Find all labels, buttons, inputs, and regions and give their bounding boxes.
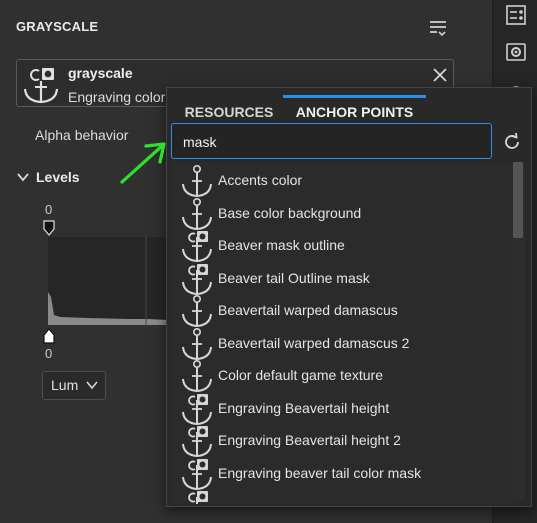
list-item-label: Base color background: [218, 204, 362, 221]
list-item-label: Engraving Beavertail height: [218, 399, 390, 416]
anchor-mask-icon: [182, 426, 212, 458]
search-input[interactable]: [171, 123, 492, 159]
list-item[interactable]: Beaver mask outline: [172, 229, 510, 263]
list-item-label: Engraving Beavertail height 2: [218, 432, 401, 448]
annotation-arrow-icon: [120, 142, 166, 184]
anchor-icon: [182, 327, 212, 360]
anchor-mask-icon: [182, 458, 212, 490]
list-item-label: Color default game texture: [218, 367, 383, 383]
list-item[interactable]: [172, 489, 510, 504]
list-item-label: Engraving beaver tail color mask: [218, 464, 422, 481]
list-item-label: Accents color: [218, 172, 303, 188]
list-item[interactable]: Accents color: [172, 164, 510, 198]
chevron-down-icon: [86, 381, 98, 390]
list-item-label: Beavertail warped damascus: [218, 302, 398, 318]
list-item-label: Beavertail warped damascus 2: [218, 334, 410, 351]
anchor-mask-icon: [23, 68, 59, 104]
resource-subtitle: Engraving color: [68, 89, 166, 105]
list-item[interactable]: Engraving beaver tail color mask: [172, 457, 510, 490]
refresh-icon[interactable]: [501, 131, 523, 153]
list-item[interactable]: Base color background: [172, 197, 510, 230]
resource-name: grayscale: [68, 65, 133, 81]
histogram: [48, 237, 168, 325]
anchor-icon: [182, 164, 212, 198]
chevron-down-icon[interactable]: [16, 170, 30, 184]
tab-anchor-points[interactable]: ANCHOR POINTS: [283, 95, 426, 124]
settings-list-icon[interactable]: [505, 4, 527, 26]
anchor-icon: [182, 359, 212, 393]
alpha-behavior-label: Alpha behavior: [35, 127, 129, 143]
gear-icon[interactable]: [505, 41, 527, 63]
levels-bottom-value: 0: [45, 346, 53, 361]
panel-title: GRAYSCALE: [16, 19, 99, 34]
list-item[interactable]: Beavertail warped damascus: [172, 294, 510, 328]
levels-top-value: 0: [45, 202, 53, 217]
search-input-value: mask: [183, 134, 217, 150]
channel-select-value: Lum: [51, 377, 79, 393]
anchor-icon: [182, 197, 212, 230]
histogram-graph: [48, 237, 168, 325]
list-item[interactable]: Engraving Beavertail height: [172, 392, 510, 425]
list-item[interactable]: Color default game texture: [172, 359, 510, 393]
list-item-label: Beaver mask outline: [218, 237, 345, 253]
levels-section-label[interactable]: Levels: [36, 169, 80, 185]
level-handle-top[interactable]: [43, 220, 55, 236]
list-item[interactable]: Engraving Beavertail height 2: [172, 424, 510, 458]
scrollbar-thumb[interactable]: [513, 162, 523, 238]
anchor-list: Accents color Base color background Beaver…: [172, 162, 510, 504]
close-icon[interactable]: [431, 66, 449, 84]
anchor-mask-icon: [182, 393, 212, 425]
anchor-mask-icon: [188, 491, 208, 504]
list-item[interactable]: Beaver tail Outline mask: [172, 262, 510, 295]
anchor-icon: [182, 294, 212, 328]
list-item-label: Beaver tail Outline mask: [218, 269, 370, 286]
anchor-mask-icon: [182, 231, 212, 263]
anchor-mask-icon: [182, 263, 212, 295]
panel-menu-icon[interactable]: [428, 18, 448, 38]
list-item[interactable]: Beavertail warped damascus 2: [172, 327, 510, 360]
level-handle-bottom[interactable]: [43, 328, 55, 344]
tab-resources[interactable]: RESOURCES: [176, 98, 282, 124]
